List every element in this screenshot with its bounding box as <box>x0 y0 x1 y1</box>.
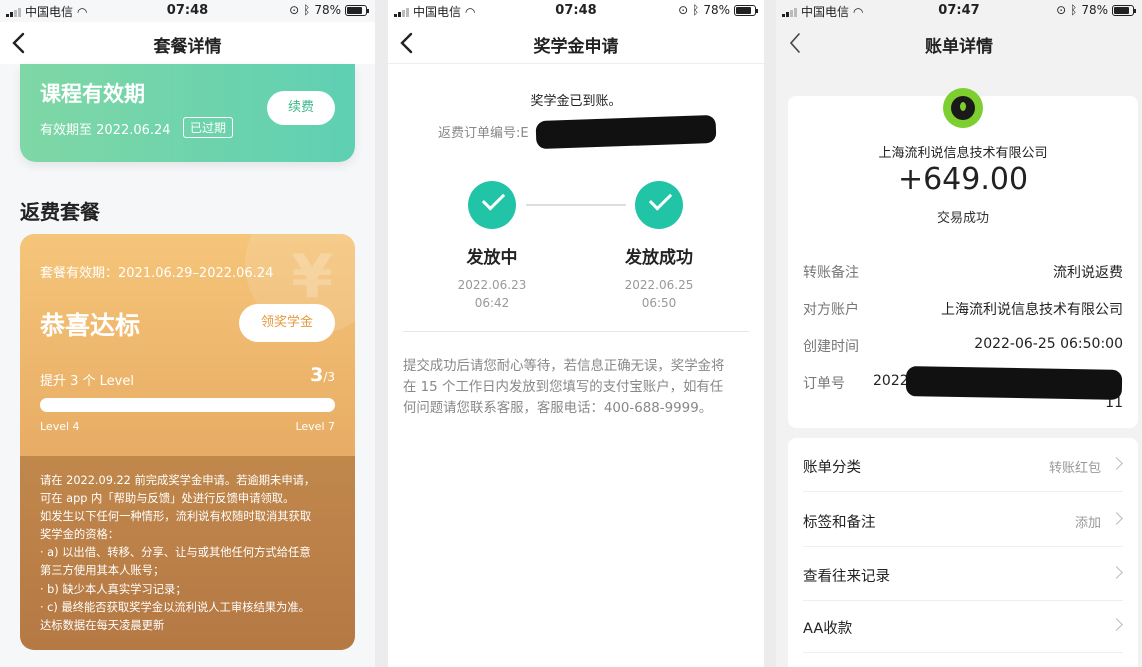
expired-badge: 已过期 <box>183 117 234 138</box>
row-history[interactable]: 查看往来记录 <box>803 547 1123 601</box>
battery-percent: 78% <box>703 3 730 17</box>
step-datetime: 2022.06.25 06:50 <box>624 278 694 310</box>
chevron-right-icon <box>1110 566 1123 579</box>
hint-line: 何问题请您联系客服，客服电话：400-688-9999。 <box>403 401 713 416</box>
screen-scholarship-application: 中国电信 ◠ 07:48 ⊙ ᛒ 78% 奖学金申请 奖学金已到账。 返费订单编… <box>388 0 764 667</box>
battery-percent: 78% <box>1081 3 1108 17</box>
detail-value: 流利说返费 <box>1053 265 1123 281</box>
row-label: AA收款 <box>803 621 853 637</box>
note-line: · b) 缺少本人真实学习记录； <box>40 582 187 596</box>
row-aa-collect[interactable]: AA收款 <box>803 599 1123 653</box>
row-label: 账单分类 <box>803 460 861 476</box>
rules-notes: 请在 2022.09.22 前完成奖学金申请。若逾期未申请， 可在 app 内「… <box>20 456 355 650</box>
transaction-status: 交易成功 <box>936 211 989 226</box>
note-line: · c) 最终能否获取奖学金以流利说人工审核结果为准。 <box>40 600 310 614</box>
order-number-label: 返费订单编号:E <box>438 126 529 141</box>
renew-button[interactable]: 续费 <box>267 91 335 125</box>
row-label: 标签和备注 <box>803 515 876 531</box>
nav-bar: 账单详情 <box>776 22 1142 64</box>
detail-value: 上海流利说信息技术有限公司 <box>941 302 1123 318</box>
check-icon <box>635 181 683 229</box>
section-title: 返费套餐 <box>20 200 100 224</box>
nav-bar: 奖学金申请 <box>388 22 764 64</box>
claim-scholarship-button[interactable]: 领奖学金 <box>239 304 335 342</box>
status-bar: 中国电信 ◠ 07:48 ⊙ ᛒ 78% <box>0 0 375 22</box>
detail-key: 转账备注 <box>803 265 859 281</box>
step-issued: 发放成功 2022.06.25 06:50 <box>609 181 709 312</box>
level-count: 3/3 <box>310 364 335 386</box>
level-progress-fill <box>40 398 335 412</box>
note-line: 如发生以下任何一种情形，流利说有权随时取消其获取 <box>40 510 312 524</box>
redaction-mark <box>535 114 717 150</box>
level-progress-bar <box>40 398 335 412</box>
battery-icon <box>1112 4 1136 16</box>
arrived-message: 奖学金已到账。 <box>530 94 622 109</box>
reward-card: ¥ 套餐有效期：2021.06.29–2022.06.24 恭喜达标 领奖学金 … <box>20 234 355 650</box>
battery-icon <box>345 4 369 16</box>
row-bill-category[interactable]: 账单分类 转账红包 <box>803 438 1123 492</box>
detail-key: 对方账户 <box>803 302 859 318</box>
hint-line: 提交成功后请您耐心等待，若信息正确无误，奖学金将 <box>403 359 725 374</box>
page-title: 套餐详情 <box>153 37 222 57</box>
page-title: 奖学金申请 <box>533 37 619 57</box>
yen-icon: ¥ <box>291 242 333 312</box>
status-bar: 中国电信 ◠ 07:47 ⊙ ᛒ 78% <box>776 0 1142 22</box>
chevron-right-icon <box>1110 512 1123 525</box>
detail-key: 订单号 <box>803 376 845 392</box>
status-bar: 中国电信 ◠ 07:48 ⊙ ᛒ 78% <box>388 0 764 22</box>
screen-bill-details: 中国电信 ◠ 07:47 ⊙ ᛒ 78% 账单详情 上海流利说信息技术有限公司 … <box>776 0 1142 667</box>
divider <box>403 331 749 332</box>
screen-package-details: 中国电信 ◠ 07:48 ⊙ ᛒ 78% 套餐详情 课程有效期 有效期至 202… <box>0 0 375 667</box>
bill-summary-card: 上海流利说信息技术有限公司 +649.00 交易成功 转账备注 流利说返费 对方… <box>788 88 1138 428</box>
note-line: 请在 2022.09.22 前完成奖学金申请。若逾期未申请， <box>40 474 316 487</box>
validity-card: 课程有效期 有效期至 2022.06.24 已过期 续费 <box>20 64 355 162</box>
step-label: 发放成功 <box>625 248 693 268</box>
chevron-right-icon <box>1110 457 1123 470</box>
check-icon <box>468 181 516 229</box>
company-name: 上海流利说信息技术有限公司 <box>878 146 1048 161</box>
validity-until: 有效期至 2022.06.24 <box>40 123 171 138</box>
battery-icon <box>734 4 758 16</box>
detail-value: 2022 <box>873 373 909 389</box>
row-value: 转账红包 <box>1048 461 1101 476</box>
orientation-lock-icon: ⊙ <box>1056 3 1067 17</box>
page-title: 账单详情 <box>925 37 993 57</box>
row-label: 查看往来记录 <box>803 569 890 585</box>
level-text: 提升 3 个 Level <box>40 374 134 389</box>
bluetooth-icon: ᛒ <box>692 3 700 17</box>
detail-value: 2022-06-25 06:50:00 <box>974 336 1123 352</box>
company-logo <box>943 88 983 128</box>
amount: +649.00 <box>897 162 1029 197</box>
note-line: · a) 以出借、转移、分享、让与或其他任何方式给任意 <box>40 546 311 560</box>
bluetooth-icon: ᛒ <box>1070 3 1078 17</box>
hint-line: 在 15 个工作日内发放到您填写的支付宝账户，如有任 <box>403 380 724 395</box>
bill-actions-card: 账单分类 转账红包 标签和备注 添加 查看往来记录 AA收款 <box>788 438 1138 667</box>
orientation-lock-icon: ⊙ <box>678 3 689 17</box>
row-tags-notes[interactable]: 标签和备注 添加 <box>803 493 1123 547</box>
detail-key: 创建时间 <box>803 339 859 355</box>
reward-heading: 恭喜达标 <box>40 311 141 340</box>
hint-text: 提交成功后请您耐心等待，若信息正确无误，奖学金将 在 15 个工作日内发放到您填… <box>403 356 749 419</box>
package-period: 套餐有效期：2021.06.29–2022.06.24 <box>40 266 274 281</box>
validity-heading: 课程有效期 <box>40 82 145 106</box>
note-line: 可在 app 内「帮助与反馈」处进行反馈申请领取。 <box>40 492 295 506</box>
redaction-mark <box>905 366 1123 400</box>
level-end-label: Level 7 <box>295 420 335 433</box>
nav-bar: 套餐详情 <box>0 22 375 64</box>
chevron-right-icon <box>1110 618 1123 631</box>
battery-percent: 78% <box>314 3 341 17</box>
note-line: 达标数据在每天凌晨更新 <box>40 618 165 632</box>
orientation-lock-icon: ⊙ <box>289 3 300 17</box>
step-label: 发放中 <box>466 248 518 268</box>
note-line: 第三方使用其本人账号； <box>40 564 165 578</box>
step-datetime: 2022.06.23 06:42 <box>457 278 527 310</box>
note-line: 奖学金的资格： <box>40 528 120 542</box>
row-value: 添加 <box>1074 516 1101 531</box>
step-issuing: 发放中 2022.06.23 06:42 <box>442 181 542 312</box>
level-start-label: Level 4 <box>40 420 80 433</box>
bluetooth-icon: ᛒ <box>303 3 311 17</box>
